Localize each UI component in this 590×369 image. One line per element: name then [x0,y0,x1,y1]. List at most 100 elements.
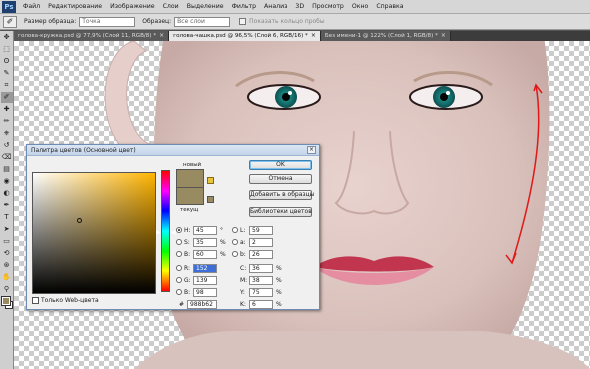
history-brush-icon[interactable]: ↺ [1,140,13,151]
blue-label: B: [184,288,191,296]
menu-image[interactable]: Изображение [106,3,159,10]
eyedropper-icon[interactable]: ✐ [3,15,17,28]
cancel-button[interactable]: Отмена [249,174,312,184]
sample-size-select[interactable]: Точка [79,16,136,27]
hue-radio[interactable] [176,227,182,233]
green-input[interactable]: 139 [193,275,217,285]
gradient-icon[interactable]: ▤ [1,164,13,175]
menu-window[interactable]: Окно [348,3,372,10]
lab-l-input[interactable]: 59 [249,225,273,235]
options-bar: ✐ Размер образца: Точка Образец: Все сло… [0,14,590,30]
close-icon[interactable]: × [307,146,316,154]
lab-l-radio[interactable] [232,227,238,233]
close-icon[interactable]: × [441,31,446,41]
brightness-unit: % [220,250,226,258]
hex-input[interactable]: 988b62 [187,300,217,309]
tab-head-mug[interactable]: голова-кружка.psd @ 77,9% (Слой 11, RGB/… [14,31,170,41]
sample-size-label: Размер образца: [24,18,77,25]
crop-icon[interactable]: ⌗ [1,80,13,91]
brightness-row: B: 60 % [176,249,226,259]
lasso-icon[interactable]: ʘ [1,56,13,67]
hand-icon[interactable]: ✋ [1,272,13,283]
3d-rotate-icon[interactable]: ⟲ [1,248,13,259]
close-icon[interactable]: × [159,31,164,41]
tab-untitled[interactable]: Без имени-1 @ 122% (Слой 1, RGB/8) * × [320,31,451,41]
black-input[interactable]: 6 [249,299,273,309]
eyedropper-icon[interactable]: ✐ [0,92,13,103]
tab-head-cup[interactable]: голова-чашка.psd @ 96,5% (Слой 6, RGB/16… [169,31,321,41]
blue-input[interactable]: 98 [193,287,217,297]
3d-orbit-icon[interactable]: ⊛ [1,260,13,271]
lab-a-input[interactable]: 2 [249,237,273,247]
shape-icon[interactable]: ▭ [1,236,13,247]
menu-analysis[interactable]: Анализ [260,3,291,10]
path-select-icon[interactable]: ➤ [1,224,13,235]
hue-slider[interactable] [161,170,170,292]
cyan-input[interactable]: 36 [249,263,273,273]
brightness-radio[interactable] [176,251,182,257]
magenta-label: M: [240,276,248,284]
yellow-input[interactable]: 75 [249,287,273,297]
menu-view[interactable]: Просмотр [308,3,348,10]
blue-row: B: 98 [176,287,217,297]
lab-b-radio[interactable] [232,251,238,257]
magenta-input[interactable]: 38 [249,275,273,285]
brightness-input[interactable]: 60 [193,249,217,259]
lab-b-input[interactable]: 26 [249,249,273,259]
marquee-icon[interactable]: ⬚ [1,44,13,55]
tab-label: голова-чашка.psd @ 96,5% (Слой 6, RGB/16… [173,33,308,39]
menu-file[interactable]: Файл [19,3,44,10]
web-safe-warning-icon[interactable] [207,196,214,203]
green-label: G: [184,276,191,284]
color-libraries-button[interactable]: Библиотеки цветов [249,207,312,217]
add-to-swatches-button[interactable]: Добавить в образцы [249,190,314,200]
pen-icon[interactable]: ✒ [1,200,13,211]
dodge-icon[interactable]: ◐ [1,188,13,199]
type-icon[interactable]: T [1,212,13,223]
zoom-icon[interactable]: ⚲ [1,284,13,295]
red-radio[interactable] [176,265,182,271]
lab-b-label: b: [240,250,246,258]
ok-button[interactable]: OK [249,160,312,170]
lab-a-row: a: 2 [232,237,273,247]
sample-select[interactable]: Все слои [174,16,231,27]
hue-row: H: 45 ° [176,225,223,235]
menu-3d[interactable]: 3D [291,3,308,10]
dialog-title-bar[interactable]: Палитра цветов (Основной цвет) × [27,145,319,156]
slider-arrow-left-icon[interactable]: ▶ [156,229,161,236]
menu-filter[interactable]: Фильтр [228,3,260,10]
blue-radio[interactable] [176,289,182,295]
slider-arrow-right-icon[interactable]: ◀ [171,229,176,236]
foreground-color-swatch[interactable] [1,296,11,306]
menu-layers[interactable]: Слои [159,3,183,10]
black-row: K: 6 % [240,299,282,309]
saturation-input[interactable]: 35 [193,237,217,247]
saturation-radio[interactable] [176,239,182,245]
magenta-row: M: 38 % [240,275,282,285]
lab-a-radio[interactable] [232,239,238,245]
color-sample-ring[interactable] [77,218,82,223]
sample-label: Образец: [142,18,172,25]
blur-icon[interactable]: ◉ [1,176,13,187]
photoshop-logo[interactable]: Ps [2,0,16,13]
red-input[interactable]: 152 [193,263,217,273]
healing-icon[interactable]: ✚ [1,104,13,115]
clone-stamp-icon[interactable]: ⎈ [1,128,13,139]
menu-help[interactable]: Справка [372,3,407,10]
eraser-icon[interactable]: ⌫ [1,152,13,163]
show-ring-checkbox[interactable] [239,18,247,25]
menu-edit[interactable]: Редактирование [44,3,106,10]
green-radio[interactable] [176,277,182,283]
out-of-gamut-warning-icon[interactable] [207,177,214,184]
quick-select-icon[interactable]: ✎ [1,68,13,79]
new-color-label: новый [183,162,202,168]
close-icon[interactable]: × [311,31,316,41]
move-icon[interactable]: ✥ [1,32,13,43]
web-colors-checkbox[interactable] [32,297,39,304]
menu-select[interactable]: Выделение [183,3,228,10]
hue-input[interactable]: 45 [193,225,217,235]
current-color-swatch[interactable] [176,187,204,205]
brush-icon[interactable]: ✏ [1,116,13,127]
toolbox: ✥ ⬚ ʘ ✎ ⌗ ✐ ✚ ✏ ⎈ ↺ ⌫ ▤ ◉ ◐ ✒ T ➤ ▭ ⟲ ⊛ … [0,31,14,369]
saturation-brightness-field[interactable] [32,172,156,294]
